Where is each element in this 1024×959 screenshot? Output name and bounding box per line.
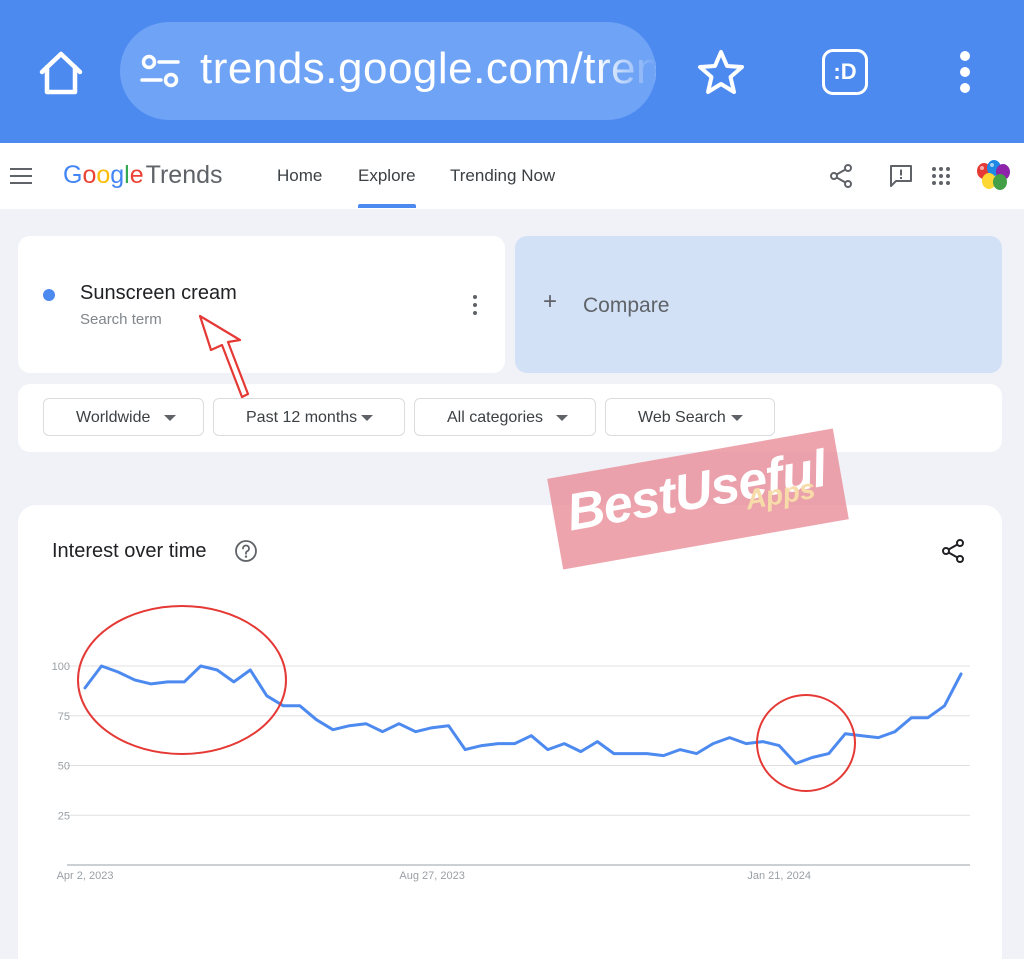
- annotation-arrow: [198, 314, 250, 399]
- annotation-circle-dip: [756, 694, 856, 792]
- annotation-overlay: [77, 314, 856, 792]
- annotation-circle-start: [77, 605, 287, 755]
